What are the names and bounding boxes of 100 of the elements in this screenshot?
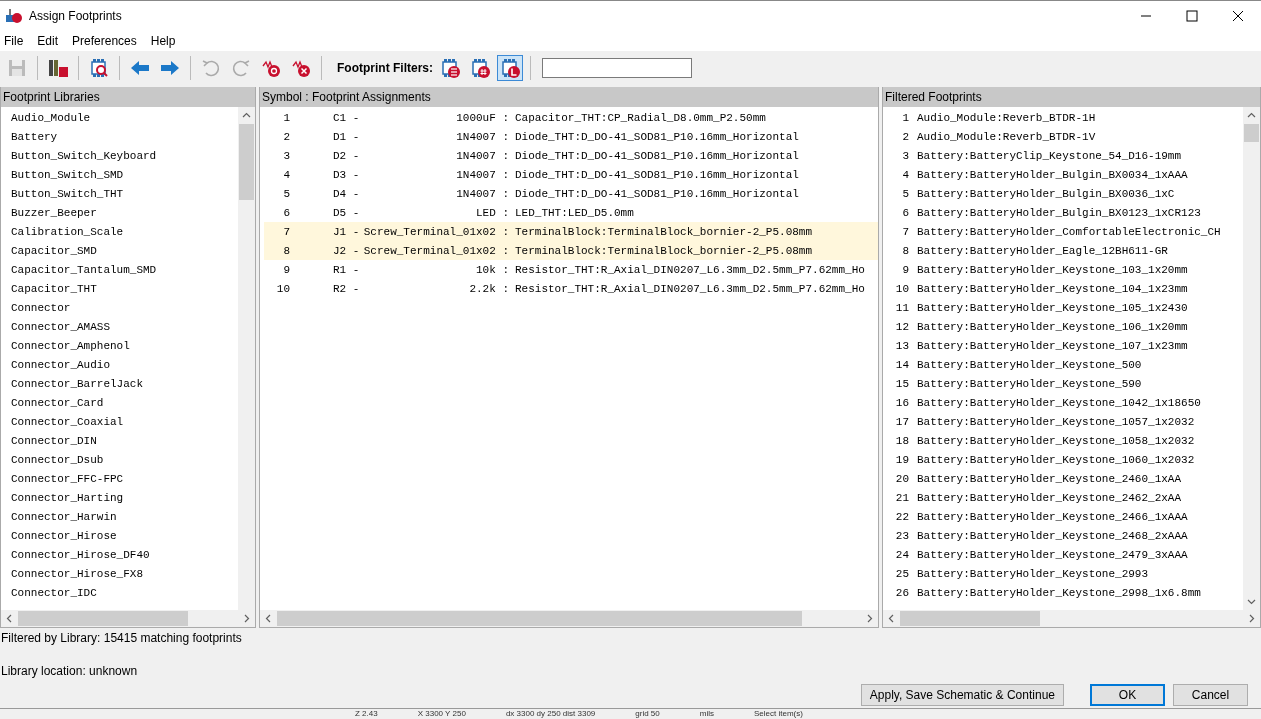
footprint-item[interactable]: Battery:BatteryHolder_Keystone_1042_1x18650 bbox=[909, 396, 1201, 409]
library-item[interactable]: Connector_Harwin bbox=[1, 510, 117, 523]
footprint-item[interactable]: Battery:BatteryHolder_Eagle_12BH611-GR bbox=[909, 244, 1168, 257]
row-number: 4 bbox=[901, 168, 909, 181]
status-bar-text: Select item(s) bbox=[754, 709, 803, 719]
menu-item[interactable]: File bbox=[4, 34, 30, 48]
footprint-item[interactable]: Audio_Module:Reverb_BTDR-1V bbox=[909, 130, 1096, 143]
library-item[interactable]: Connector_Hirose_DF40 bbox=[1, 548, 150, 561]
panel-header: Symbol : Footprint Assignments bbox=[260, 87, 878, 107]
window-title: Assign Footprints bbox=[29, 9, 122, 23]
footprint-item[interactable]: Battery:BatteryHolder_Keystone_1058_1x2032 bbox=[909, 434, 1195, 447]
footprint-item[interactable]: Battery:BatteryHolder_Keystone_590 bbox=[909, 377, 1142, 390]
row-number: 21 bbox=[894, 491, 909, 504]
scrollbar-thumb[interactable] bbox=[1244, 124, 1259, 142]
reference-cell-text: R1 - bbox=[332, 263, 361, 276]
footprint-item[interactable]: Battery:BatteryHolder_Keystone_1060_1x2032 bbox=[909, 453, 1195, 466]
footprint-filters-label: Footprint Filters: bbox=[337, 61, 433, 75]
footprint-item[interactable]: Battery:BatteryHolder_Keystone_1057_1x2032 bbox=[909, 415, 1195, 428]
library-item[interactable]: Connector_Audio bbox=[1, 358, 111, 371]
library-item[interactable]: Capacitor_THT bbox=[1, 282, 97, 295]
library-item[interactable]: Connector_Amphenol bbox=[1, 339, 130, 352]
library-item[interactable]: Connector_FFC-FPC bbox=[1, 472, 124, 485]
library-item[interactable]: Button_Switch_SMD bbox=[1, 168, 124, 181]
library-item[interactable]: Calibration_Scale bbox=[1, 225, 124, 238]
dialog-button[interactable]: Cancel bbox=[1173, 684, 1248, 706]
reference-cell-text: D1 - bbox=[332, 130, 361, 143]
row-number: 18 bbox=[894, 434, 909, 447]
footprint-item[interactable]: Battery:BatteryHolder_Keystone_500 bbox=[909, 358, 1142, 371]
footprint-item[interactable]: Battery:BatteryHolder_Keystone_104_1x23mm bbox=[909, 282, 1188, 295]
menu-item[interactable]: Edit bbox=[37, 34, 65, 48]
footprint-item[interactable]: Battery:BatteryHolder_Keystone_105_1x2430 bbox=[909, 301, 1188, 314]
app-icon bbox=[5, 7, 23, 25]
footprint-item[interactable]: Battery:BatteryHolder_Keystone_2460_1xAA bbox=[909, 472, 1182, 485]
row-number: 9 bbox=[901, 263, 909, 276]
footprint-cell-text: Diode_THT:D_DO-41_SOD81_P10.16mm_Horizontal bbox=[514, 187, 799, 200]
library-item[interactable]: Connector_Dsub bbox=[1, 453, 104, 466]
row-number: 13 bbox=[894, 339, 909, 352]
footprint-item[interactable]: Battery:BatteryHolder_Keystone_106_1x20mm bbox=[909, 320, 1188, 333]
footprint-item[interactable]: Battery:BatteryHolder_Keystone_103_1x20mm bbox=[909, 263, 1188, 276]
search-field[interactable] bbox=[542, 58, 692, 78]
filter-library-icon bbox=[499, 57, 521, 79]
status-bar-text: grid 50 bbox=[635, 709, 660, 719]
library-item[interactable]: Connector_Harting bbox=[1, 491, 124, 504]
row-number: 2 bbox=[901, 130, 909, 143]
footprint-item[interactable]: Battery:BatteryClip_Keystone_54_D16-19mm bbox=[909, 149, 1182, 162]
library-item[interactable]: Connector_IDC bbox=[1, 586, 97, 599]
library-item[interactable]: Audio_Module bbox=[1, 111, 91, 124]
library-item[interactable]: Battery bbox=[1, 130, 58, 143]
footprint-cell-text: Diode_THT:D_DO-41_SOD81_P10.16mm_Horizontal bbox=[514, 130, 799, 143]
footprint-item[interactable]: Battery:BatteryHolder_Bulgin_BX0034_1xAAA bbox=[909, 168, 1188, 181]
value-cell-text: 1N4007 : bbox=[455, 168, 509, 181]
scrollbar[interactable] bbox=[260, 610, 878, 627]
footprint-item[interactable]: Battery:BatteryHolder_Keystone_2462_2xAA bbox=[909, 491, 1182, 504]
library-item[interactable]: Buzzer_Beeper bbox=[1, 206, 97, 219]
reference-cell-text: D3 - bbox=[332, 168, 361, 181]
footprint-cell-text: TerminalBlock:TerminalBlock_bornier-2_P5.08mm bbox=[514, 225, 813, 238]
library-item[interactable]: Connector_BarrelJack bbox=[1, 377, 144, 390]
scrollbar-thumb[interactable] bbox=[239, 124, 254, 200]
library-item[interactable]: Button_Switch_THT bbox=[1, 187, 124, 200]
library-item[interactable]: Capacitor_SMD bbox=[1, 244, 97, 257]
library-item[interactable]: Capacitor_Tantalum_SMD bbox=[1, 263, 157, 276]
footprint-item[interactable]: Battery:BatteryHolder_Bulgin_BX0123_1xCR123 bbox=[909, 206, 1201, 219]
footprint-item[interactable]: Battery:BatteryHolder_Keystone_2998_1x6.8mm bbox=[909, 586, 1201, 599]
footprint-item[interactable]: Battery:BatteryHolder_Bulgin_BX0036_1xC bbox=[909, 187, 1175, 200]
footprint-item[interactable]: Audio_Module:Reverb_BTDR-1H bbox=[909, 111, 1096, 124]
footprint-item[interactable]: Battery:BatteryHolder_Keystone_2993 bbox=[909, 567, 1149, 580]
library-item[interactable]: Connector_DIN bbox=[1, 434, 97, 447]
library-item[interactable]: Connector_Card bbox=[1, 396, 104, 409]
library-item[interactable]: Connector_Hirose_FX8 bbox=[1, 567, 144, 580]
row-number: 11 bbox=[894, 301, 909, 314]
footprint-item[interactable]: Battery:BatteryHolder_ComfortableElectronic_CH bbox=[909, 225, 1221, 238]
footprint-cell-text: Resistor_THT:R_Axial_DIN0207_L6.3mm_D2.5mm_P7.62mm_Ho bbox=[514, 282, 865, 295]
library-item[interactable]: Button_Switch_Keyboard bbox=[1, 149, 157, 162]
reference-cell-text: D4 - bbox=[332, 187, 361, 200]
row-number: 5 bbox=[282, 187, 290, 200]
library-item[interactable]: Connector_AMASS bbox=[1, 320, 111, 333]
menu-item[interactable]: Preferences bbox=[72, 34, 143, 48]
scrollbar[interactable] bbox=[1, 610, 255, 627]
scrollbar[interactable] bbox=[883, 610, 1260, 627]
footprint-item[interactable]: Battery:BatteryHolder_Keystone_107_1x23mm bbox=[909, 339, 1188, 352]
scrollbar[interactable] bbox=[1243, 107, 1260, 610]
footprint-item[interactable]: Battery:BatteryHolder_Keystone_2479_3xAAA bbox=[909, 548, 1188, 561]
chip-magnifier-icon bbox=[88, 57, 110, 79]
row-number: 3 bbox=[282, 149, 290, 162]
library-item[interactable]: Connector_Coaxial bbox=[1, 415, 124, 428]
panel-header: Footprint Libraries bbox=[1, 87, 255, 107]
dialog-button[interactable]: Apply, Save Schematic & Continue bbox=[860, 684, 1064, 706]
filter-button[interactable] bbox=[497, 55, 523, 81]
status-bar-text: X 3300 Y 250 bbox=[417, 709, 466, 719]
row-number: 23 bbox=[894, 529, 909, 542]
status-bar-text: mils bbox=[699, 709, 714, 719]
library-item[interactable]: Connector_Hirose bbox=[1, 529, 117, 542]
value-cell-text: LED : bbox=[475, 206, 509, 219]
ok-button[interactable]: OK bbox=[1090, 684, 1165, 706]
footprint-item[interactable]: Battery:BatteryHolder_Keystone_2466_1xAAA bbox=[909, 510, 1188, 523]
scrollbar[interactable] bbox=[238, 107, 255, 610]
footprint-item[interactable]: Battery:BatteryHolder_Keystone_2468_2xAAA bbox=[909, 529, 1188, 542]
menu-item[interactable]: Help bbox=[150, 34, 182, 48]
library-item[interactable]: Connector bbox=[1, 301, 71, 314]
footprint-cell-text: Capacitor_THT:CP_Radial_D8.0mm_P2.50mm bbox=[514, 111, 766, 124]
